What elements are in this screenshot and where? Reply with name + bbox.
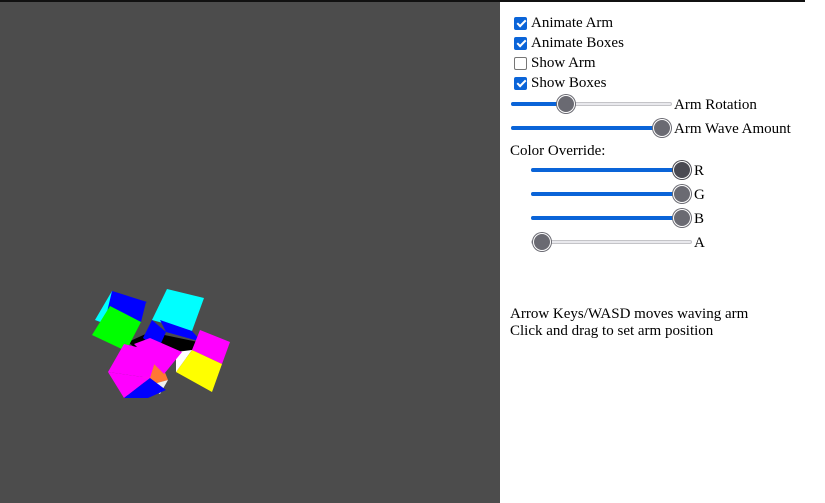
cube-cluster-scene <box>92 289 230 398</box>
arm-rotation-slider[interactable] <box>511 94 672 114</box>
slider-fill <box>511 126 663 130</box>
slider-fill <box>531 168 683 172</box>
arm-wave-amount-slider[interactable] <box>511 118 672 138</box>
show-boxes-checkbox-row[interactable]: Show Boxes <box>514 73 606 93</box>
color-a-label: A <box>694 235 705 251</box>
webgl-canvas[interactable] <box>0 2 500 503</box>
show-boxes-label[interactable]: Show Boxes <box>531 74 606 92</box>
color-b-label: B <box>694 211 705 227</box>
animate-boxes-label[interactable]: Animate Boxes <box>531 34 624 52</box>
instruction-drag: Click and drag to set arm position <box>510 323 714 339</box>
slider-thumb[interactable] <box>557 95 575 113</box>
animate-boxes-checkbox[interactable] <box>514 36 527 50</box>
show-arm-checkbox-row[interactable]: Show Arm <box>514 53 596 73</box>
slider-thumb[interactable] <box>533 233 551 251</box>
slider-thumb[interactable] <box>673 185 691 203</box>
animate-arm-label[interactable]: Animate Arm <box>531 14 613 32</box>
controls-panel: Animate Arm Animate Boxes Show Arm Show … <box>500 2 825 503</box>
show-boxes-checkbox[interactable] <box>514 76 527 90</box>
color-g-slider[interactable] <box>531 184 692 204</box>
slider-fill <box>531 216 683 220</box>
instruction-keys: Arrow Keys/WASD moves waving arm <box>510 306 749 322</box>
show-arm-label[interactable]: Show Arm <box>531 54 596 72</box>
slider-thumb[interactable] <box>653 119 671 137</box>
slider-thumb[interactable] <box>673 209 691 227</box>
color-r-label: R <box>694 163 705 179</box>
show-arm-checkbox[interactable] <box>514 56 527 70</box>
slider-thumb[interactable] <box>673 161 691 179</box>
arm-wave-amount-label: Arm Wave Amount <box>674 121 791 137</box>
animate-boxes-checkbox-row[interactable]: Animate Boxes <box>514 33 624 53</box>
animate-arm-checkbox[interactable] <box>514 16 527 30</box>
slider-fill <box>531 192 683 196</box>
animate-arm-checkbox-row[interactable]: Animate Arm <box>514 13 613 33</box>
arm-rotation-label: Arm Rotation <box>674 97 757 113</box>
color-a-slider[interactable] <box>531 232 692 252</box>
slider-track <box>531 240 692 244</box>
color-b-slider[interactable] <box>531 208 692 228</box>
color-g-label: G <box>694 187 705 203</box>
color-r-slider[interactable] <box>531 160 692 180</box>
color-override-label: Color Override: <box>510 143 606 159</box>
